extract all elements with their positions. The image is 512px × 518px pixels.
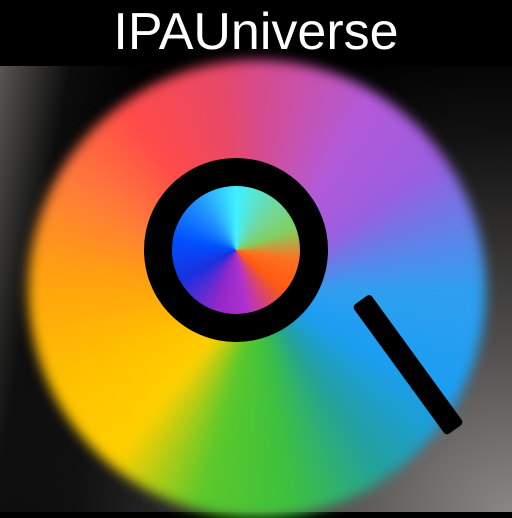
app-title: IPAUniverse — [113, 3, 399, 61]
title-bar: IPAUniverse — [0, 0, 512, 66]
magnifier-lens — [172, 186, 300, 314]
